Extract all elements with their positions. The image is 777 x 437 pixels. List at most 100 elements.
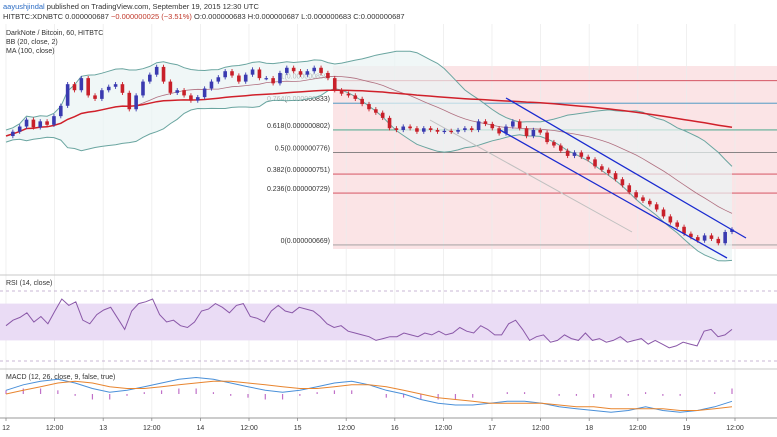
candle-body	[312, 67, 317, 72]
candle-body	[11, 131, 15, 137]
candle-body	[374, 109, 378, 113]
x-tick-label: 12:00	[337, 425, 355, 432]
candle-body	[552, 142, 556, 146]
candle-body	[175, 90, 180, 93]
candle-body	[216, 77, 221, 82]
candle-body	[367, 104, 371, 110]
candle-body	[93, 95, 97, 99]
candle-body	[415, 128, 419, 132]
candle-body	[449, 130, 453, 133]
candle-body	[161, 66, 166, 82]
rsi-band	[0, 303, 777, 341]
chart-canvas[interactable]: 1(0.000000859)0.764(0.000000833)0.618(0.…	[0, 0, 777, 437]
candle-body	[134, 95, 138, 110]
x-tick-label: 12:00	[726, 425, 744, 432]
ma-indicator-label: MA (100, close)	[6, 48, 55, 55]
candle-body	[565, 150, 570, 156]
candle-body	[305, 71, 310, 75]
candle-body	[586, 156, 590, 160]
candle-body	[579, 152, 584, 157]
candle-body	[38, 121, 43, 128]
candle-body	[476, 121, 481, 130]
candle-body	[709, 235, 714, 239]
candle-body	[353, 95, 358, 99]
candle-body	[120, 84, 125, 93]
macd-line	[5, 376, 733, 413]
candle-body	[291, 67, 296, 72]
candle-body	[483, 121, 488, 124]
candle-body	[58, 105, 63, 117]
candle-body	[435, 129, 440, 132]
candle-body	[278, 72, 282, 84]
candle-body	[79, 78, 84, 91]
candle-body	[24, 119, 29, 127]
candle-body	[298, 71, 303, 75]
candle-body	[490, 123, 495, 129]
candle-body	[148, 74, 152, 82]
candle-body	[52, 116, 56, 125]
x-tick-label: 14	[197, 425, 205, 432]
candle-body	[100, 90, 104, 99]
candle-body	[641, 197, 645, 201]
candle-body	[271, 78, 275, 84]
x-tick-label: 13	[99, 425, 107, 432]
candle-body	[524, 128, 529, 137]
candle-body	[127, 92, 132, 110]
candle-body	[319, 67, 323, 73]
candle-body	[627, 185, 632, 193]
candle-body	[195, 97, 200, 101]
candle-body	[339, 90, 344, 94]
candle-body	[257, 69, 262, 79]
candle-body	[326, 72, 330, 79]
candle-body	[86, 78, 90, 96]
candle-body	[154, 66, 159, 75]
candle-body	[702, 235, 707, 241]
candle-body	[531, 129, 536, 137]
candle-body	[168, 81, 173, 93]
candle-body	[189, 95, 193, 101]
x-tick-label: 12	[2, 425, 10, 432]
x-tick-label: 12:00	[532, 425, 550, 432]
candle-body	[141, 81, 145, 96]
candle-body	[332, 78, 337, 91]
candle-body	[223, 71, 227, 78]
candle-body	[634, 192, 638, 198]
candle-body	[511, 121, 515, 127]
candle-body	[558, 145, 563, 151]
x-tick-label: 12:00	[46, 425, 64, 432]
candle-body	[387, 117, 392, 129]
candle-body	[113, 84, 118, 87]
bb-indicator-label: BB (20, close, 2)	[6, 39, 58, 46]
x-tick-label: 18	[585, 425, 593, 432]
rsi-pane-title: RSI (14, close)	[6, 280, 52, 287]
candle-body	[517, 121, 522, 129]
price-pane-title: DarkNote / Bitcoin, 60, HITBTC	[6, 30, 103, 37]
candle-body	[469, 128, 474, 130]
candle-body	[31, 119, 36, 128]
candle-body	[675, 222, 680, 227]
candle-body	[401, 126, 406, 130]
candle-body	[538, 129, 543, 133]
candle-body	[346, 93, 351, 96]
candle-body	[250, 69, 255, 75]
candle-body	[572, 152, 577, 156]
candle-body	[360, 98, 364, 105]
candle-body	[606, 169, 611, 174]
candle-body	[106, 86, 111, 91]
candle-body	[285, 67, 289, 73]
candle-body	[72, 84, 77, 91]
candle-body	[620, 179, 625, 186]
candle-body	[230, 71, 234, 76]
candle-body	[428, 128, 433, 130]
candle-body	[209, 81, 214, 89]
signal-line	[5, 380, 733, 411]
candle-body	[668, 216, 673, 223]
candle-body	[264, 78, 269, 80]
candle-body	[723, 231, 727, 244]
fib-level-label: 0.236(0.000000729)	[267, 186, 330, 193]
candle-body	[202, 88, 207, 98]
candle-body	[661, 209, 666, 217]
candle-body	[442, 130, 447, 133]
candle-body	[65, 84, 70, 106]
x-tick-label: 12:00	[143, 425, 161, 432]
